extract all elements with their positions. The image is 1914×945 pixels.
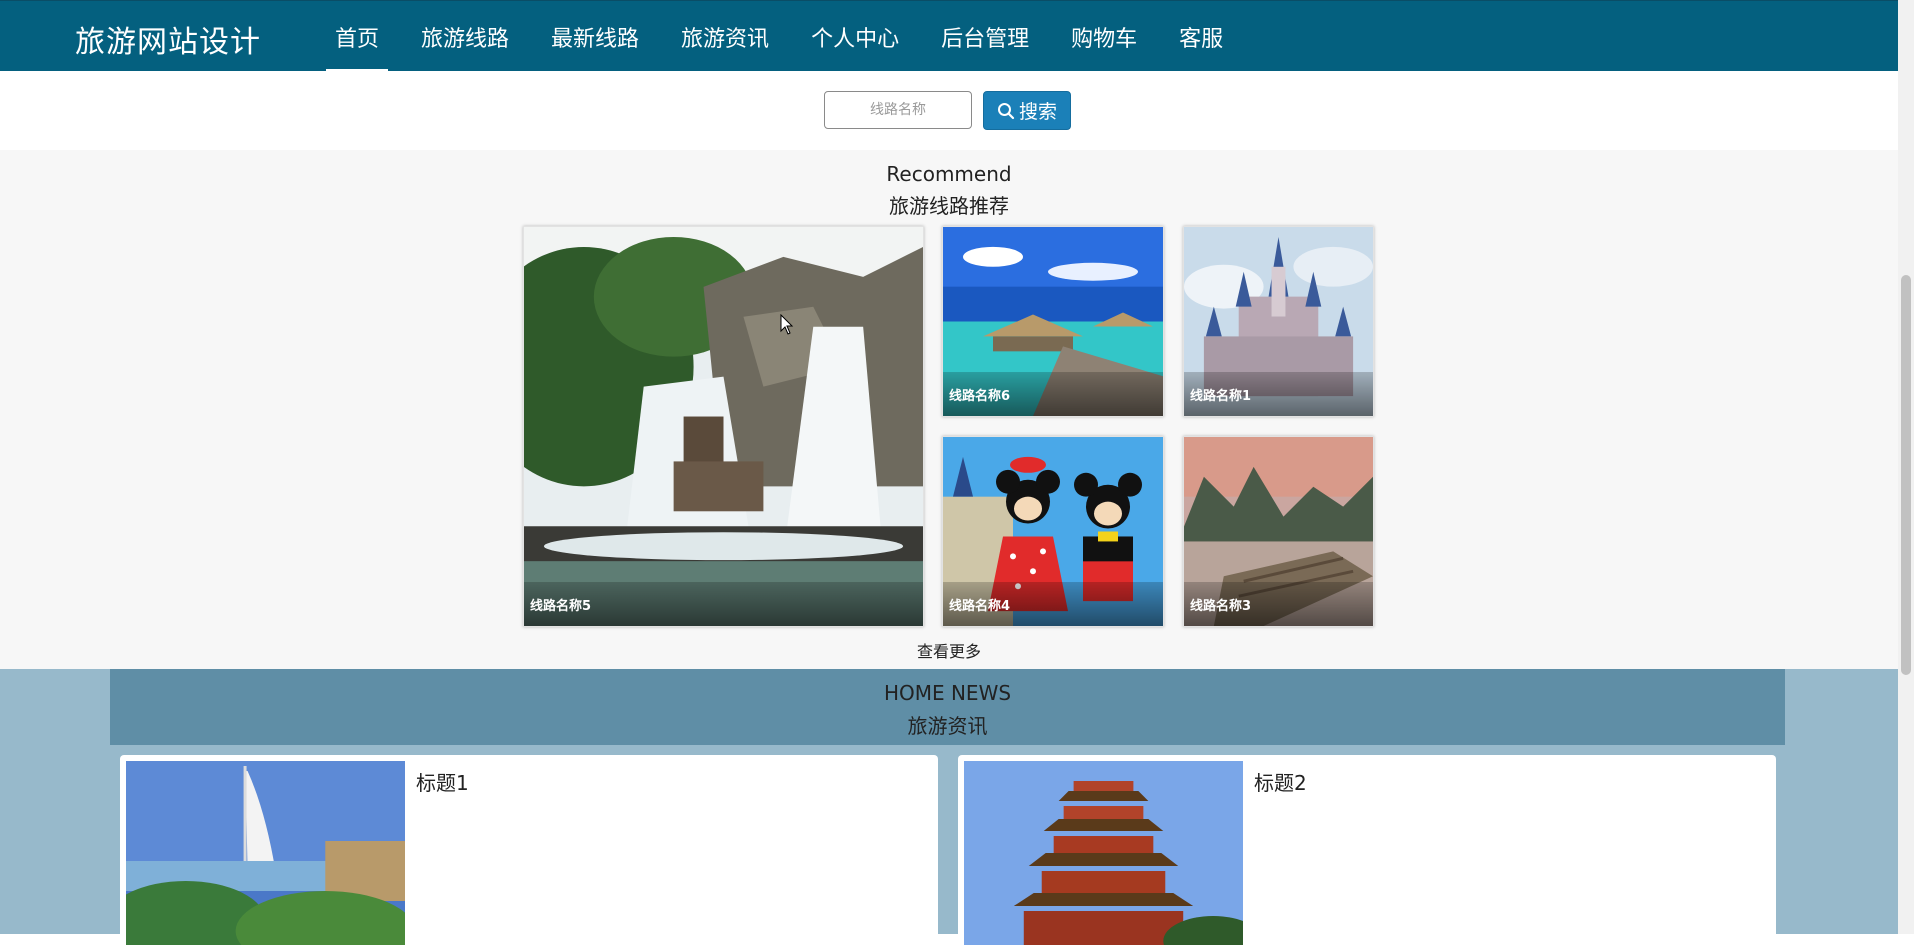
route-card-label: 线路名称5 — [524, 582, 923, 626]
news-image-sail-hotel — [126, 761, 405, 945]
search-icon — [997, 102, 1015, 119]
nav-item-travel-news[interactable]: 旅游资讯 — [660, 1, 790, 72]
route-card[interactable]: 线路名称4 — [942, 436, 1164, 627]
route-card-large[interactable]: 线路名称5 — [523, 226, 924, 627]
view-more-link[interactable]: 查看更多 — [0, 638, 1898, 662]
news-thumbnail[interactable] — [964, 761, 1243, 945]
recommend-title-en: Recommend — [886, 162, 1012, 186]
search-bar: 搜索 — [0, 71, 1898, 150]
route-card-label: 线路名称3 — [1184, 582, 1373, 626]
route-card-label: 线路名称6 — [943, 372, 1163, 416]
news-header: HOME NEWS 旅游资讯 — [110, 669, 1785, 745]
page-scrollbar[interactable] — [1898, 0, 1914, 934]
news-title[interactable]: 标题1 — [416, 767, 469, 796]
news-section: HOME NEWS 旅游资讯 标题1 标题2 — [0, 669, 1898, 945]
route-card[interactable]: 线路名称6 — [942, 226, 1164, 417]
route-card[interactable]: 线路名称3 — [1183, 436, 1374, 627]
news-card[interactable]: 标题2 — [958, 755, 1776, 945]
nav-item-home[interactable]: 首页 — [314, 1, 400, 72]
route-card-label: 线路名称1 — [1184, 372, 1373, 416]
nav-item-profile[interactable]: 个人中心 — [790, 1, 920, 72]
news-card[interactable]: 标题1 — [120, 755, 938, 945]
search-button[interactable]: 搜索 — [983, 91, 1071, 130]
nav-item-cart[interactable]: 购物车 — [1050, 1, 1158, 72]
news-thumbnail[interactable] — [126, 761, 405, 945]
news-title-cn: 旅游资讯 — [907, 714, 988, 738]
main-nav: 首页 旅游线路 最新线路 旅游资讯 个人中心 后台管理 购物车 客服 — [314, 1, 1244, 72]
scrollbar-thumb[interactable] — [1901, 275, 1911, 675]
search-input[interactable] — [824, 91, 972, 129]
nav-item-customer-service[interactable]: 客服 — [1158, 1, 1244, 72]
recommend-section: Recommend 旅游线路推荐 线路名称5 线路名称6 线路名称1 线路名称4… — [0, 150, 1898, 669]
route-image-waterfall — [524, 227, 923, 626]
nav-item-latest-routes[interactable]: 最新线路 — [530, 1, 660, 72]
news-image-pagoda — [964, 761, 1243, 945]
mouse-cursor-icon — [780, 314, 794, 335]
route-card[interactable]: 线路名称1 — [1183, 226, 1374, 417]
top-navbar: 旅游网站设计 首页 旅游线路 最新线路 旅游资讯 个人中心 后台管理 购物车 客… — [0, 0, 1914, 72]
news-title[interactable]: 标题2 — [1254, 767, 1307, 796]
nav-item-routes[interactable]: 旅游线路 — [400, 1, 530, 72]
nav-item-admin[interactable]: 后台管理 — [920, 1, 1050, 72]
route-card-label: 线路名称4 — [943, 582, 1163, 626]
site-brand[interactable]: 旅游网站设计 — [75, 17, 261, 61]
search-button-label: 搜索 — [1018, 101, 1057, 123]
news-title-en: HOME NEWS — [883, 681, 1012, 705]
recommend-title-cn: 旅游线路推荐 — [889, 194, 1009, 218]
